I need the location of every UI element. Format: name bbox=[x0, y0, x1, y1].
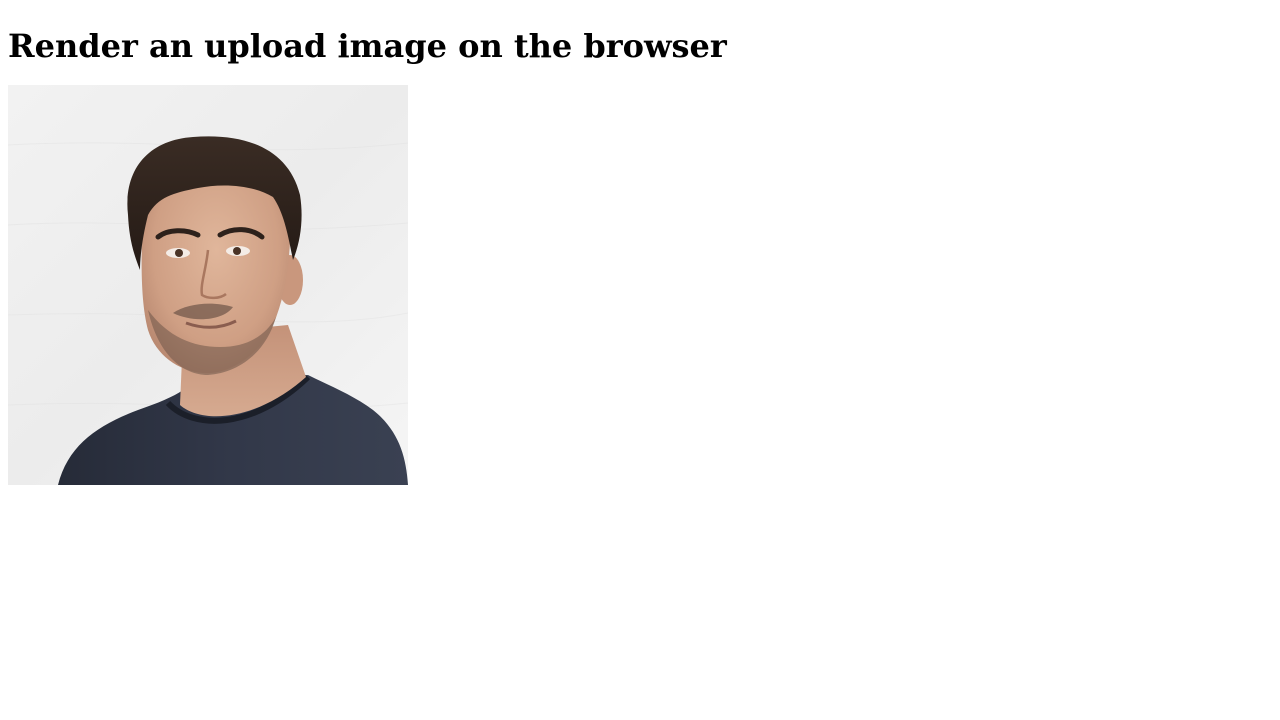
page-title: Render an upload image on the browser bbox=[8, 27, 727, 65]
uploaded-image bbox=[8, 85, 408, 486]
